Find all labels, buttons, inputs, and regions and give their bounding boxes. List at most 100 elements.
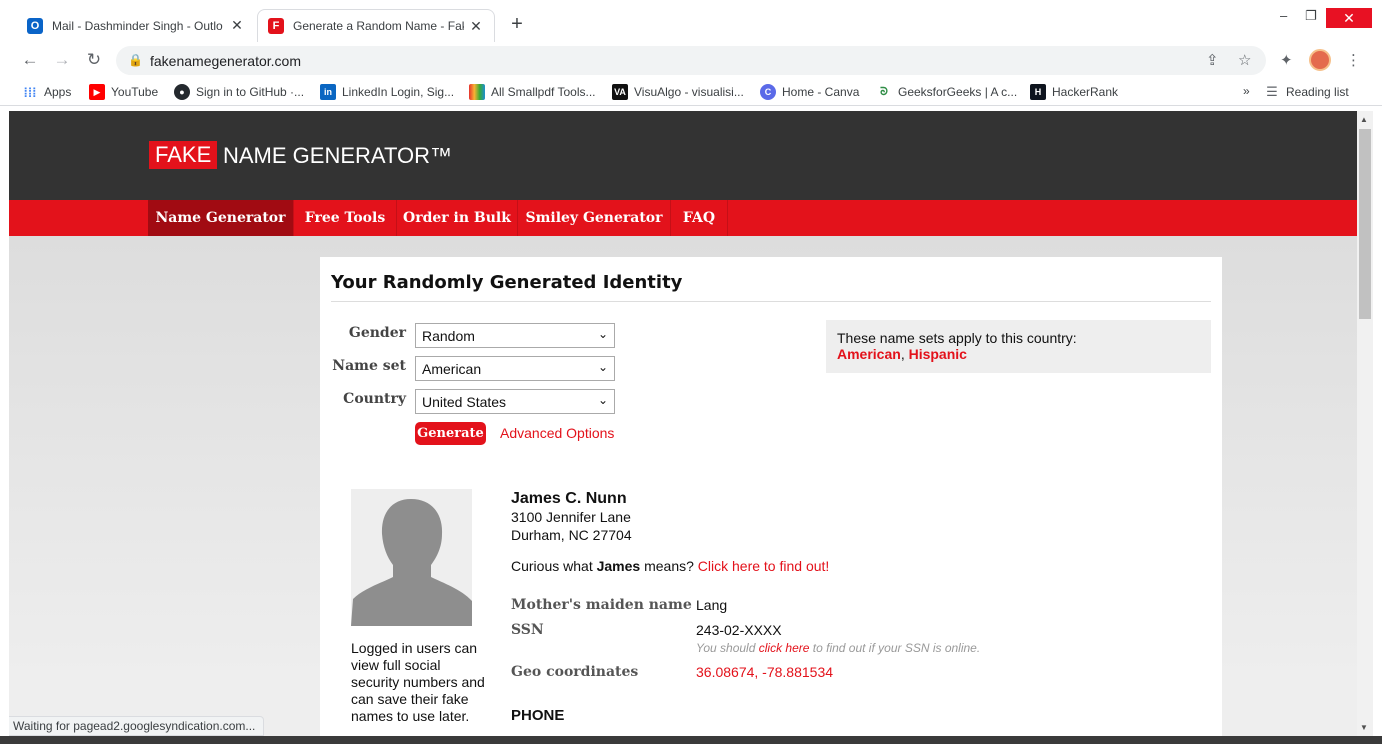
logo-fake[interactable]: FAKE <box>149 141 218 169</box>
country-value: United States <box>422 394 507 410</box>
first-name: James <box>596 558 641 574</box>
new-tab-button[interactable]: + <box>506 13 528 36</box>
gender-value: Random <box>422 328 475 344</box>
page-scrollbar[interactable]: ▲ ▼ <box>1357 111 1373 744</box>
tab-title: Generate a Random Name - Fake <box>293 19 464 33</box>
window-close-button[interactable]: ✕ <box>1326 8 1372 28</box>
nav-order-in-bulk[interactable]: Order in Bulk <box>397 200 518 236</box>
restore-button[interactable]: ❐ <box>1305 8 1317 24</box>
browser-toolbar: ← → ↻ 🔒 fakenamegenerator.com ⇪ ☆ ✦ ⋮ <box>0 42 1382 78</box>
profile-avatar[interactable] <box>1309 49 1331 71</box>
city-state-zip: Durham, NC 27704 <box>511 527 632 543</box>
phone-heading: PHONE <box>511 707 565 724</box>
bookmark-star-icon[interactable]: ☆ <box>1238 51 1251 69</box>
bookmark-github[interactable]: ● Sign in to GitHub ·... <box>174 84 304 100</box>
nav-faq[interactable]: FAQ <box>671 200 728 236</box>
person-silhouette-icon <box>351 499 472 626</box>
bookmark-label: YouTube <box>111 85 159 99</box>
country-select[interactable]: United States ⌄ <box>415 389 615 414</box>
curious-mid: means? <box>644 558 694 574</box>
site-header: FAKE NAME GENERATOR™ <box>9 111 1357 200</box>
advanced-options-link[interactable]: Advanced Options <box>500 425 614 441</box>
nameset-value: American <box>422 361 482 377</box>
ssn-label: SSN <box>511 622 544 638</box>
scroll-thumb[interactable] <box>1359 129 1371 319</box>
identity-panel: Your Randomly Generated Identity Gender … <box>320 257 1222 744</box>
bookmark-geeksforgeeks[interactable]: ᘐ GeeksforGeeks | A c... <box>876 84 1017 100</box>
lock-icon[interactable]: 🔒 <box>128 53 143 67</box>
name-set-hispanic-link[interactable]: Hispanic <box>909 346 967 362</box>
nav-name-generator[interactable]: Name Generator <box>148 200 294 236</box>
chevron-down-icon: ⌄ <box>597 360 608 374</box>
identity-address: James C. Nunn 3100 Jennifer Lane Durham,… <box>511 490 632 544</box>
divider <box>331 301 1211 302</box>
maiden-name-value: Lang <box>696 597 728 613</box>
visualgo-icon: VA <box>612 84 628 100</box>
apps-grid-icon: ⁞⁞⁞ <box>23 84 37 100</box>
page-title: Your Randomly Generated Identity <box>331 272 683 293</box>
bookmark-hackerrank[interactable]: H HackerRank <box>1030 84 1118 100</box>
tab-fake-name-generator[interactable]: F Generate a Random Name - Fake ✕ <box>257 9 495 42</box>
ssn-check-link[interactable]: click here <box>759 641 810 655</box>
name-meaning-link[interactable]: Click here to find out! <box>698 558 830 574</box>
bookmark-label: VisuAlgo - visualisi... <box>634 85 744 99</box>
nav-free-tools[interactable]: Free Tools <box>294 200 397 236</box>
close-tab-icon[interactable]: ✕ <box>468 18 484 35</box>
hackerrank-icon: H <box>1030 84 1046 100</box>
canva-icon: C <box>760 84 776 100</box>
more-bookmarks-button[interactable]: » <box>1243 84 1250 98</box>
reading-list-button[interactable]: ☰ Reading list <box>1264 84 1349 100</box>
name-sets-intro: These name sets apply to this country: <box>837 330 1077 346</box>
address-bar[interactable]: 🔒 fakenamegenerator.com ⇪ ☆ <box>116 46 1266 75</box>
gender-select[interactable]: Random ⌄ <box>415 323 615 348</box>
os-taskbar <box>0 736 1382 744</box>
bookmark-label: HackerRank <box>1052 85 1119 99</box>
logo-name-generator[interactable]: NAME GENERATOR™ <box>223 142 452 170</box>
bookmark-label: LinkedIn Login, Sig... <box>342 85 455 99</box>
bookmark-linkedin[interactable]: in LinkedIn Login, Sig... <box>320 84 454 100</box>
reading-list-icon: ☰ <box>1266 84 1278 99</box>
avatar-placeholder <box>351 489 472 626</box>
name-meaning-line: Curious what James means? Click here to … <box>511 558 829 574</box>
back-icon[interactable]: ← <box>20 50 40 70</box>
scroll-down-icon[interactable]: ▼ <box>1360 723 1368 732</box>
extensions-icon[interactable]: ✦ <box>1280 51 1293 69</box>
forward-icon[interactable]: → <box>52 50 72 70</box>
reload-icon[interactable]: ↻ <box>84 50 104 70</box>
tab-title: Mail - Dashminder Singh - Outlo <box>52 18 223 33</box>
ssn-note-suffix: to find out if your SSN is online. <box>812 641 981 655</box>
country-label: Country <box>343 391 406 407</box>
bookmarks-bar: ⁞⁞⁞ Apps ▶ YouTube ● Sign in to GitHub ·… <box>0 78 1382 106</box>
minimize-button[interactable]: – <box>1280 8 1287 23</box>
bookmark-visualgo[interactable]: VA VisuAlgo - visualisi... <box>612 84 744 100</box>
nameset-select[interactable]: American ⌄ <box>415 356 615 381</box>
bookmark-label: Home - Canva <box>782 85 860 99</box>
site-nav: Name Generator Free Tools Order in Bulk … <box>9 200 1357 236</box>
close-tab-icon[interactable]: ✕ <box>229 17 245 34</box>
share-icon[interactable]: ⇪ <box>1206 51 1219 69</box>
nav-smiley-generator[interactable]: Smiley Generator <box>518 200 671 236</box>
menu-icon[interactable]: ⋮ <box>1346 51 1361 69</box>
geo-label: Geo coordinates <box>511 664 639 680</box>
geeksforgeeks-icon: ᘐ <box>880 85 888 98</box>
maiden-name-label: Mother's maiden name <box>511 597 692 613</box>
url-text[interactable]: fakenamegenerator.com <box>150 53 301 69</box>
scroll-up-icon[interactable]: ▲ <box>1360 115 1368 124</box>
bookmark-label: Apps <box>44 85 72 99</box>
bookmark-youtube[interactable]: ▶ YouTube <box>89 84 158 100</box>
linkedin-icon: in <box>320 84 336 100</box>
bookmark-label: All Smallpdf Tools... <box>491 85 596 99</box>
reading-list-label: Reading list <box>1286 85 1349 99</box>
status-bar: Waiting for pagead2.googlesyndication.co… <box>9 716 265 736</box>
curious-prefix: Curious what <box>511 558 593 574</box>
bookmark-smallpdf[interactable]: All Smallpdf Tools... <box>469 84 596 100</box>
generate-button[interactable]: Generate <box>415 422 486 445</box>
geo-coordinates-link[interactable]: 36.08674, -78.881534 <box>696 664 833 680</box>
bookmark-apps[interactable]: ⁞⁞⁞ Apps <box>22 84 72 100</box>
tab-outlook[interactable]: O Mail - Dashminder Singh - Outlo ✕ <box>17 9 255 42</box>
logged-in-note: Logged in users can view full social sec… <box>351 640 485 724</box>
name-set-separator: , <box>900 346 905 362</box>
name-set-american-link[interactable]: American <box>837 346 901 362</box>
ssn-note: You should click here to find out if you… <box>696 641 980 655</box>
bookmark-canva[interactable]: C Home - Canva <box>760 84 859 100</box>
